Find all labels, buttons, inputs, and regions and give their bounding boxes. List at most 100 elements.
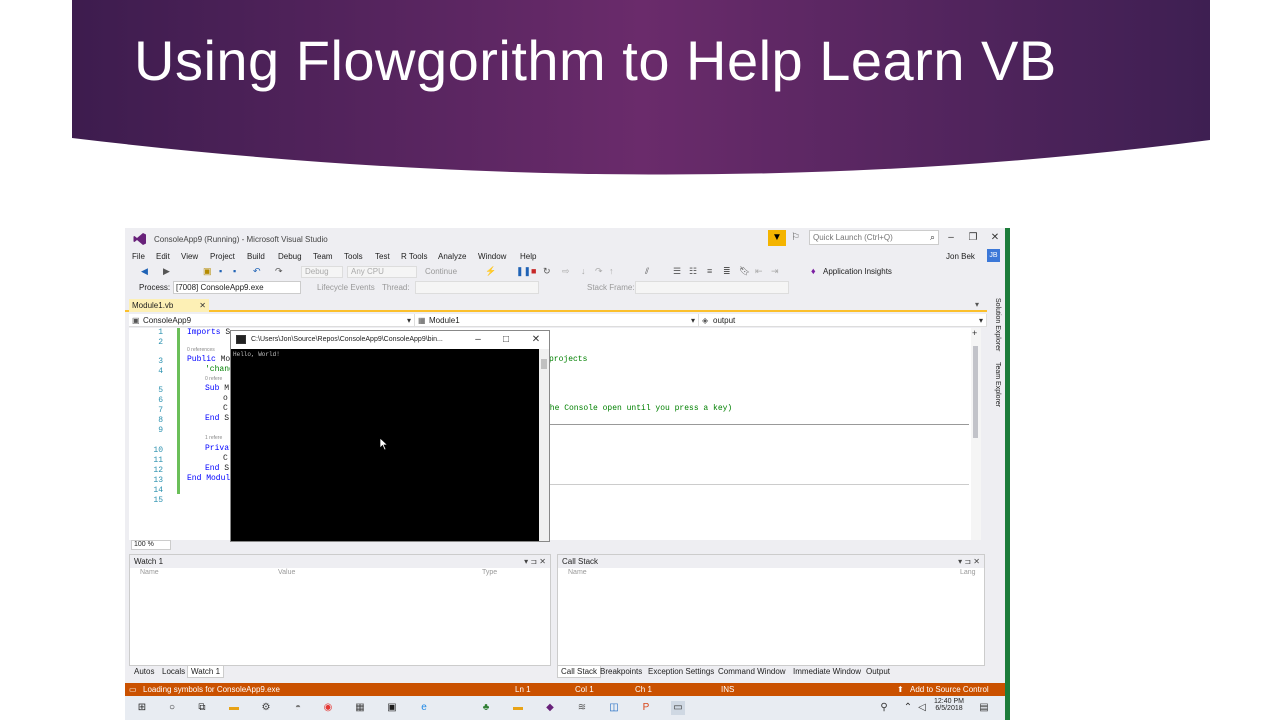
console-task-icon[interactable]: ▭	[671, 701, 685, 715]
uncomment-icon[interactable]: ≣	[723, 266, 731, 277]
step-into-icon[interactable]: ↓	[581, 266, 586, 276]
console-scrollbar[interactable]	[539, 349, 549, 541]
menu-debug[interactable]: Debug	[278, 252, 302, 261]
bookmark-icon[interactable]: 🔖︎	[739, 266, 750, 277]
tab-module1[interactable]: Module1.vb ✕	[129, 299, 209, 312]
zoom-dropdown[interactable]: 100 %	[131, 540, 171, 550]
menu-edit[interactable]: Edit	[156, 252, 170, 261]
console-window[interactable]: C:\Users\Jon\Source\Repos\ConsoleApp9\Co…	[230, 330, 550, 542]
step-out-icon[interactable]: ↑	[609, 266, 614, 276]
archive-icon[interactable]: ▦	[353, 701, 367, 715]
step-over-icon[interactable]: ↷	[595, 266, 603, 277]
close-button[interactable]: ✕	[987, 231, 1003, 245]
menu-file[interactable]: File	[132, 252, 145, 261]
folder-icon[interactable]: ▬	[511, 701, 525, 715]
column-header-name[interactable]: Name	[568, 569, 587, 579]
member-combo[interactable]: ◈ output ▾	[699, 314, 987, 327]
user-name[interactable]: Jon Bek	[946, 252, 975, 261]
config-dropdown[interactable]: Debug	[301, 266, 343, 278]
feedback-icon[interactable]: ⚐	[791, 232, 800, 243]
hex-icon[interactable]: ⫽	[645, 266, 649, 277]
process-dropdown[interactable]: [7008] ConsoleApp9.exe	[173, 281, 301, 294]
solution-explorer-tab[interactable]: Solution Explorer	[987, 298, 1001, 351]
save-icon[interactable]: ▪	[219, 266, 222, 276]
search-icon[interactable]: ⌕	[930, 232, 935, 243]
add-to-source-control[interactable]: Add to Source Control	[910, 685, 989, 694]
menu-project[interactable]: Project	[210, 252, 235, 261]
tab-immediate-window[interactable]: Immediate Window	[790, 666, 864, 678]
menu-tools[interactable]: Tools	[344, 252, 363, 261]
menu-window[interactable]: Window	[478, 252, 506, 261]
menu-analyze[interactable]: Analyze	[438, 252, 466, 261]
notifications-filter-icon[interactable]: ▼	[768, 230, 786, 246]
tab-output[interactable]: Output	[863, 666, 893, 678]
tab-call-stack[interactable]: Call Stack	[557, 666, 602, 678]
show-next-statement-icon[interactable]: ⇨	[562, 266, 570, 277]
tab-list-icon[interactable]: ▾	[975, 300, 979, 309]
column-header-name[interactable]: Name	[140, 569, 159, 579]
thread-dropdown[interactable]	[415, 281, 539, 294]
start-icon[interactable]: ⊞	[135, 701, 149, 715]
volume-icon[interactable]: ◁	[915, 701, 929, 715]
menu-build[interactable]: Build	[247, 252, 265, 261]
stack-frame-dropdown[interactable]	[635, 281, 789, 294]
hot-reload-icon[interactable]: ⚡	[485, 266, 496, 277]
console-maximize-button[interactable]: □	[499, 334, 513, 346]
edge-icon[interactable]: e	[417, 701, 431, 715]
panel-controls[interactable]: ▾ ⊐ ✕	[958, 555, 980, 568]
quick-launch-input[interactable]	[810, 231, 920, 244]
powerpoint-icon[interactable]: P	[639, 701, 653, 715]
back-icon[interactable]: ◀	[141, 266, 148, 277]
tab-autos[interactable]: Autos	[131, 666, 157, 678]
menu-test[interactable]: Test	[375, 252, 390, 261]
panel-controls[interactable]: ▾ ⊐ ✕	[524, 555, 546, 568]
console-minimize-button[interactable]: –	[471, 334, 485, 346]
open-folder-icon[interactable]: ▣	[203, 266, 212, 277]
close-tab-icon[interactable]: ✕	[199, 299, 206, 312]
type-combo[interactable]: ▦ Module1 ▾	[415, 314, 699, 327]
format-icon[interactable]: ☷	[689, 266, 697, 277]
tab-watch1[interactable]: Watch 1	[187, 666, 225, 678]
save-all-icon[interactable]: ▪	[233, 266, 236, 276]
app-icon[interactable]: ◓	[291, 701, 305, 715]
chrome-icon[interactable]: ◉	[321, 701, 335, 715]
restore-button[interactable]: ❐	[965, 231, 981, 245]
column-header-lang[interactable]: Lang	[960, 569, 976, 579]
stack-app-icon[interactable]: ≋	[575, 701, 589, 715]
pause-icon[interactable]: ❚❚	[516, 266, 531, 277]
menu-team[interactable]: Team	[313, 252, 333, 261]
flowgorithm-icon[interactable]: ▣	[385, 701, 399, 715]
menu-r-tools[interactable]: R Tools	[401, 252, 428, 261]
notifications-icon[interactable]: ▤	[977, 701, 991, 715]
tab-exception-settings[interactable]: Exception Settings	[645, 666, 717, 678]
column-header-value[interactable]: Value	[278, 569, 295, 579]
tree-app-icon[interactable]: ♣	[479, 701, 493, 715]
column-header-type[interactable]: Type	[482, 569, 497, 579]
source-control-arrow-icon[interactable]: ⬆	[897, 685, 904, 694]
user-avatar[interactable]: JB	[987, 249, 1000, 262]
tab-breakpoints[interactable]: Breakpoints	[597, 666, 645, 678]
cortana-icon[interactable]: ○	[165, 701, 179, 715]
task-view-icon[interactable]: ⧉	[195, 701, 209, 715]
outlook-icon[interactable]: ◫	[607, 701, 621, 715]
menu-help[interactable]: Help	[520, 252, 536, 261]
settings-gear-icon[interactable]: ⚙	[259, 701, 273, 715]
tray-chevron-icon[interactable]: ⌃	[901, 701, 915, 715]
lifecycle-events[interactable]: Lifecycle Events	[317, 283, 375, 292]
minimize-button[interactable]: –	[943, 231, 959, 245]
file-explorer-icon[interactable]: ▬	[227, 701, 241, 715]
quick-launch-box[interactable]: ⌕	[809, 230, 939, 245]
restart-icon[interactable]: ↻	[543, 266, 551, 277]
undo-icon[interactable]: ↶	[253, 266, 261, 277]
scrollbar-thumb[interactable]	[541, 359, 547, 369]
forward-icon[interactable]: ▶	[163, 266, 170, 277]
next-bookmark-icon[interactable]: ⇥	[771, 266, 779, 277]
split-plus-icon[interactable]: +	[972, 328, 977, 338]
project-combo[interactable]: ▣ ConsoleApp9 ▾	[129, 314, 415, 327]
app-insights-icon[interactable]: ♦	[811, 266, 816, 276]
team-explorer-tab[interactable]: Team Explorer	[987, 362, 1001, 407]
visual-studio-task-icon[interactable]: ◆	[543, 701, 557, 715]
menu-view[interactable]: View	[181, 252, 198, 261]
platform-dropdown[interactable]: Any CPU	[347, 266, 417, 278]
console-titlebar[interactable]: C:\Users\Jon\Source\Repos\ConsoleApp9\Co…	[231, 331, 549, 349]
